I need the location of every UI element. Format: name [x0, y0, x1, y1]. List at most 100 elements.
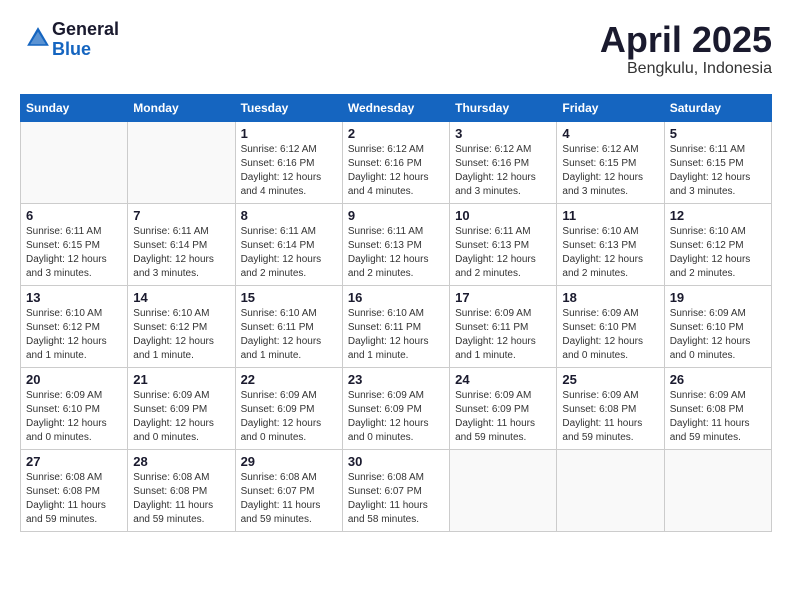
header-friday: Friday: [557, 94, 664, 121]
calendar-cell: 4Sunrise: 6:12 AM Sunset: 6:15 PM Daylig…: [557, 121, 664, 203]
day-detail: Sunrise: 6:10 AM Sunset: 6:11 PM Dayligh…: [348, 307, 444, 363]
logo: General Blue: [20, 20, 119, 60]
day-detail: Sunrise: 6:09 AM Sunset: 6:09 PM Dayligh…: [348, 389, 444, 445]
day-number: 2: [348, 126, 444, 141]
calendar-cell: 2 Sunrise: 6:12 AM Sunset: 6:16 PM Daylig…: [342, 121, 449, 203]
calendar-cell: 25 Sunrise: 6:09 AM Sunset: 6:08 PM Dayli…: [557, 367, 664, 449]
day-detail: Sunrise: 6:09 AM Sunset: 6:10 PM Dayligh…: [26, 389, 122, 445]
day-number: 5: [670, 126, 766, 141]
calendar-cell: 20 Sunrise: 6:09 AM Sunset: 6:10 PM Dayli…: [21, 367, 128, 449]
day-detail: Sunrise: 6:09 AM Sunset: 6:09 PM Dayligh…: [241, 389, 337, 445]
calendar-cell: [450, 449, 557, 531]
header-sunday: Sunday: [21, 94, 128, 121]
day-number: 9: [348, 208, 444, 223]
day-number: 8: [241, 208, 337, 223]
calendar-cell: 9 Sunrise: 6:11 AM Sunset: 6:13 PM Daylig…: [342, 203, 449, 285]
day-number: 4: [562, 126, 658, 141]
month-title: April 2025: [600, 20, 772, 60]
calendar-cell: 5 Sunrise: 6:11 AM Sunset: 6:15 PM Daylig…: [664, 121, 771, 203]
day-detail: Sunrise: 6:09 AM Sunset: 6:11 PM Dayligh…: [455, 307, 551, 363]
calendar-table: SundayMondayTuesdayWednesdayThursdayFrid…: [20, 94, 772, 532]
day-number: 30: [348, 454, 444, 469]
day-number: 13: [26, 290, 122, 305]
calendar-cell: 22 Sunrise: 6:09 AM Sunset: 6:09 PM Dayli…: [235, 367, 342, 449]
logo-general: General: [52, 20, 119, 40]
day-number: 11: [562, 208, 658, 223]
page-header: General Blue April 2025 Bengkulu, Indone…: [20, 20, 772, 78]
week-row-4: 27Sunrise: 6:08 AM Sunset: 6:08 PM Dayli…: [21, 449, 772, 531]
day-number: 3: [455, 126, 551, 141]
day-detail: Sunrise: 6:10 AM Sunset: 6:12 PM Dayligh…: [133, 307, 229, 363]
day-detail: Sunrise: 6:08 AM Sunset: 6:08 PM Dayligh…: [133, 471, 229, 527]
header-saturday: Saturday: [664, 94, 771, 121]
calendar-cell: [664, 449, 771, 531]
logo-icon: [24, 24, 52, 52]
calendar-cell: [557, 449, 664, 531]
day-number: 6: [26, 208, 122, 223]
calendar-cell: 24 Sunrise: 6:09 AM Sunset: 6:09 PM Dayli…: [450, 367, 557, 449]
calendar-cell: 30 Sunrise: 6:08 AM Sunset: 6:07 PM Dayli…: [342, 449, 449, 531]
calendar-cell: 29 Sunrise: 6:08 AM Sunset: 6:07 PM Dayli…: [235, 449, 342, 531]
day-detail: Sunrise: 6:09 AM Sunset: 6:09 PM Dayligh…: [455, 389, 551, 445]
day-detail: Sunrise: 6:10 AM Sunset: 6:11 PM Dayligh…: [241, 307, 337, 363]
day-number: 12: [670, 208, 766, 223]
calendar-cell: 27Sunrise: 6:08 AM Sunset: 6:08 PM Dayli…: [21, 449, 128, 531]
day-detail: Sunrise: 6:12 AM Sunset: 6:16 PM Dayligh…: [241, 143, 337, 199]
calendar-cell: 1 Sunrise: 6:12 AM Sunset: 6:16 PM Daylig…: [235, 121, 342, 203]
calendar-cell: 7 Sunrise: 6:11 AM Sunset: 6:14 PM Daylig…: [128, 203, 235, 285]
day-detail: Sunrise: 6:11 AM Sunset: 6:14 PM Dayligh…: [241, 225, 337, 281]
location-title: Bengkulu, Indonesia: [600, 60, 772, 78]
calendar-cell: [21, 121, 128, 203]
day-number: 15: [241, 290, 337, 305]
day-detail: Sunrise: 6:09 AM Sunset: 6:10 PM Dayligh…: [562, 307, 658, 363]
calendar-cell: [128, 121, 235, 203]
day-number: 22: [241, 372, 337, 387]
header-wednesday: Wednesday: [342, 94, 449, 121]
day-number: 26: [670, 372, 766, 387]
calendar-cell: 12Sunrise: 6:10 AM Sunset: 6:12 PM Dayli…: [664, 203, 771, 285]
calendar-cell: 28 Sunrise: 6:08 AM Sunset: 6:08 PM Dayli…: [128, 449, 235, 531]
calendar-cell: 10Sunrise: 6:11 AM Sunset: 6:13 PM Dayli…: [450, 203, 557, 285]
day-detail: Sunrise: 6:09 AM Sunset: 6:09 PM Dayligh…: [133, 389, 229, 445]
day-detail: Sunrise: 6:09 AM Sunset: 6:08 PM Dayligh…: [670, 389, 766, 445]
logo-blue: Blue: [52, 40, 119, 60]
day-detail: Sunrise: 6:10 AM Sunset: 6:12 PM Dayligh…: [26, 307, 122, 363]
header-tuesday: Tuesday: [235, 94, 342, 121]
day-number: 20: [26, 372, 122, 387]
day-detail: Sunrise: 6:11 AM Sunset: 6:14 PM Dayligh…: [133, 225, 229, 281]
day-number: 10: [455, 208, 551, 223]
day-number: 21: [133, 372, 229, 387]
day-number: 25: [562, 372, 658, 387]
week-row-3: 20 Sunrise: 6:09 AM Sunset: 6:10 PM Dayli…: [21, 367, 772, 449]
calendar-cell: 16 Sunrise: 6:10 AM Sunset: 6:11 PM Dayli…: [342, 285, 449, 367]
calendar-cell: 15 Sunrise: 6:10 AM Sunset: 6:11 PM Dayli…: [235, 285, 342, 367]
day-number: 24: [455, 372, 551, 387]
calendar-cell: 17 Sunrise: 6:09 AM Sunset: 6:11 PM Dayli…: [450, 285, 557, 367]
calendar-cell: 23Sunrise: 6:09 AM Sunset: 6:09 PM Dayli…: [342, 367, 449, 449]
day-detail: Sunrise: 6:08 AM Sunset: 6:08 PM Dayligh…: [26, 471, 122, 527]
day-number: 1: [241, 126, 337, 141]
day-detail: Sunrise: 6:11 AM Sunset: 6:15 PM Dayligh…: [670, 143, 766, 199]
day-detail: Sunrise: 6:08 AM Sunset: 6:07 PM Dayligh…: [241, 471, 337, 527]
calendar-cell: 3Sunrise: 6:12 AM Sunset: 6:16 PM Daylig…: [450, 121, 557, 203]
day-number: 7: [133, 208, 229, 223]
week-row-1: 6Sunrise: 6:11 AM Sunset: 6:15 PM Daylig…: [21, 203, 772, 285]
day-number: 14: [133, 290, 229, 305]
week-row-2: 13 Sunrise: 6:10 AM Sunset: 6:12 PM Dayli…: [21, 285, 772, 367]
calendar-cell: 11 Sunrise: 6:10 AM Sunset: 6:13 PM Dayli…: [557, 203, 664, 285]
day-detail: Sunrise: 6:12 AM Sunset: 6:16 PM Dayligh…: [348, 143, 444, 199]
day-detail: Sunrise: 6:10 AM Sunset: 6:13 PM Dayligh…: [562, 225, 658, 281]
day-detail: Sunrise: 6:11 AM Sunset: 6:13 PM Dayligh…: [348, 225, 444, 281]
day-number: 16: [348, 290, 444, 305]
logo-text: General Blue: [52, 20, 119, 60]
day-number: 28: [133, 454, 229, 469]
day-detail: Sunrise: 6:09 AM Sunset: 6:10 PM Dayligh…: [670, 307, 766, 363]
day-detail: Sunrise: 6:09 AM Sunset: 6:08 PM Dayligh…: [562, 389, 658, 445]
day-number: 29: [241, 454, 337, 469]
header-monday: Monday: [128, 94, 235, 121]
calendar-cell: 14 Sunrise: 6:10 AM Sunset: 6:12 PM Dayli…: [128, 285, 235, 367]
calendar-header-row: SundayMondayTuesdayWednesdayThursdayFrid…: [21, 94, 772, 121]
day-number: 18: [562, 290, 658, 305]
day-detail: Sunrise: 6:08 AM Sunset: 6:07 PM Dayligh…: [348, 471, 444, 527]
day-number: 17: [455, 290, 551, 305]
